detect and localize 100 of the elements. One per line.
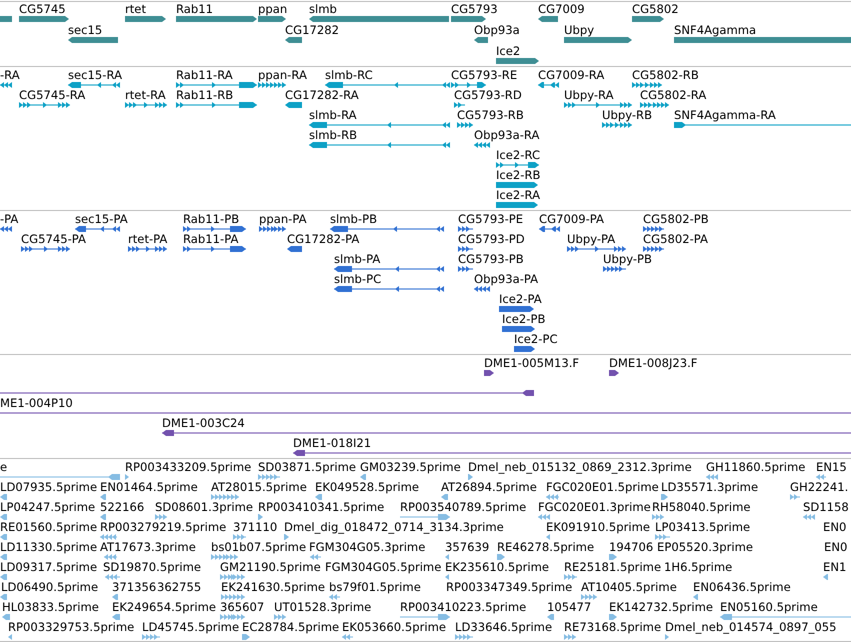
est-glyph [220, 574, 245, 580]
est-glyph [105, 574, 120, 580]
est-glyph [233, 534, 246, 540]
clone-glyph [484, 370, 494, 376]
est-label: SD08601.3prime [155, 500, 254, 514]
est-label: FGC020E01.5prime [546, 480, 659, 494]
est-label: EK049528.5prime [315, 480, 420, 494]
transcript-glyph [457, 122, 473, 128]
protein-glyph [474, 286, 490, 292]
gene-glyph [125, 16, 166, 22]
transcript-label: Ubpy-RA [564, 88, 614, 102]
transcript-label: CG17282-RA [285, 88, 359, 102]
gene-label: SNF4Agamma [674, 23, 756, 37]
est-label: RE46278.5prime [497, 540, 594, 554]
est-label: RP003279219.5prime [100, 520, 226, 534]
gene-label: CG7009 [538, 2, 585, 16]
transcript-label: slmb-RB [309, 128, 358, 142]
est-label: EN15 [816, 460, 847, 474]
transcript-glyph [0, 82, 12, 88]
gene-glyph [538, 16, 558, 22]
protein-glyph [287, 246, 302, 252]
gene-glyph [451, 16, 486, 22]
est-label: SD19870.5prime [103, 560, 202, 574]
est-glyph [823, 574, 828, 580]
transcript-glyph [474, 142, 490, 148]
protein-glyph [502, 326, 535, 332]
est-label: EK053660.5prime [342, 620, 446, 634]
transcript-glyph [640, 102, 669, 108]
transcript-label: Ubpy-RB [602, 108, 652, 122]
est-glyph [547, 614, 554, 620]
gene-glyph [474, 37, 488, 43]
est-glyph [2, 614, 10, 620]
est-label: GH11860.5prime [706, 460, 806, 474]
est-glyph [0, 514, 7, 520]
clone-glyph [609, 370, 619, 376]
est-label: EN1 [823, 560, 846, 574]
transcript-label: CG5793-RB [457, 108, 524, 122]
protein-glyph [458, 246, 473, 252]
est-glyph [100, 514, 106, 520]
transcript-label: CG5745-RA [19, 88, 86, 102]
protein-label: CG5793-PE [458, 212, 524, 226]
est-glyph [609, 614, 617, 620]
transcript-label: CG5793-RE [451, 68, 518, 82]
est-glyph [564, 634, 576, 640]
est-label: EK235610.5prime [445, 560, 550, 574]
est-label: GM21190.5prime [220, 560, 321, 574]
est-label: AT28015.5prime [211, 480, 307, 494]
est-glyph [258, 514, 263, 520]
est-glyph [258, 474, 280, 480]
gene-label: sec15 [68, 23, 102, 37]
transcript-glyph [68, 82, 120, 88]
est-label: LD09317.5prime [0, 560, 98, 574]
protein-label: Ice2-PA [499, 292, 542, 306]
est-glyph [497, 554, 505, 560]
est-label: EK142732.5prime [609, 600, 714, 614]
protein-glyph [458, 226, 473, 232]
gene-glyph [285, 37, 302, 43]
gene-label: slmb [309, 2, 337, 16]
est-glyph [104, 554, 117, 560]
est-label: RP003329753.5prime [8, 620, 134, 634]
est-label: 371110 [233, 520, 278, 534]
clone-label: DME1-003C24 [162, 416, 245, 430]
est-label: EP05520.3prime [657, 540, 754, 554]
est-glyph [441, 494, 448, 500]
est-label: EK091910.5prime [546, 520, 650, 534]
est-label: RE25181.5prime [564, 560, 662, 574]
gene-glyph [632, 16, 664, 22]
est-glyph [221, 594, 245, 600]
protein-label: Ubpy-PB [603, 252, 652, 266]
protein-glyph [539, 226, 560, 232]
est-label: EN0 [823, 520, 846, 534]
protein-glyph [514, 346, 535, 352]
gene-label: rtet [125, 2, 146, 16]
est-label: 194706 [609, 540, 654, 554]
est-glyph [329, 594, 340, 600]
gene-glyph [496, 58, 539, 64]
est-label: SD03871.5prime [258, 460, 356, 474]
est-label: AT17673.3prime [100, 540, 196, 554]
est-glyph [468, 474, 473, 480]
est-glyph [400, 614, 450, 620]
est-label: RP003347349.5prime [446, 580, 572, 594]
protein-glyph [0, 226, 12, 232]
protein-glyph [259, 226, 286, 232]
gene-glyph [564, 37, 632, 43]
est-glyph [0, 594, 7, 600]
est-label: 365607 [220, 600, 264, 614]
est-label: AT10405.5prime [581, 580, 677, 594]
protein-glyph [128, 246, 167, 252]
est-label: RP003410223.5prime [400, 600, 526, 614]
transcript-label: Ice2-RB [496, 168, 540, 182]
protein-label: sec15-PA [75, 212, 128, 226]
transcript-label: slmb-RA [309, 108, 357, 122]
est-label: bs79f01.5prime [329, 580, 421, 594]
est-label: EK241630.5prime [221, 580, 326, 594]
transcript-glyph [632, 82, 662, 88]
gene-label: Ubpy [564, 23, 594, 37]
gene-glyph [0, 16, 12, 22]
protein-label: Ubpy-PA [567, 232, 616, 246]
transcript-label: Ice2-RA [496, 188, 540, 202]
transcript-label: CG5802-RB [632, 68, 699, 82]
